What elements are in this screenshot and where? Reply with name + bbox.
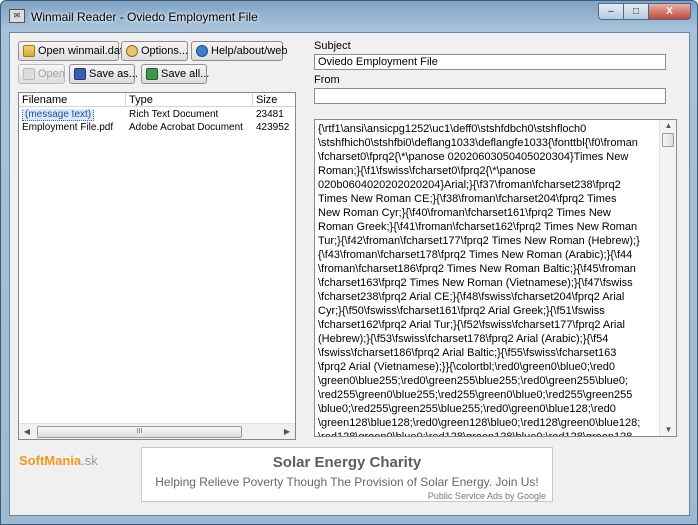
message-body-line: \fcharset238\fprq2 Arial CE;}{\f48\fswis… bbox=[318, 291, 625, 303]
message-body-line: Roman Greek;}{\f41\froman\fcharset162\fp… bbox=[318, 221, 638, 233]
open-label: Open bbox=[38, 68, 65, 80]
column-filename[interactable]: Filename bbox=[19, 93, 126, 106]
message-body-text: {\rtf1\ansi\ansicpg1252\uc1\deff0\stshfd… bbox=[318, 122, 652, 437]
window-controls: – □ X bbox=[598, 3, 691, 20]
softmania-logo: SoftMania.sk bbox=[19, 453, 98, 468]
save-all-label: Save all... bbox=[161, 68, 210, 80]
ad-banner[interactable]: Solar Energy Charity Helping Relieve Pov… bbox=[141, 447, 553, 502]
minimize-button[interactable]: – bbox=[598, 3, 623, 20]
horizontal-scrollbar[interactable]: ◀ III ▶ bbox=[19, 423, 295, 439]
save-all-icon bbox=[146, 68, 158, 80]
message-body-line: \fprq2 Arial (Vietnamese);}}{\colortbl;\… bbox=[318, 361, 615, 373]
options-icon bbox=[126, 45, 138, 57]
message-body-line: New Roman Cyr;}{\f40\froman\fcharset161\… bbox=[318, 207, 611, 219]
title-bar[interactable]: ✉ Winmail Reader - Oviedo Employment Fil… bbox=[1, 1, 697, 31]
ad-text[interactable]: Helping Relieve Poverty Though The Provi… bbox=[142, 475, 552, 489]
save-as-button[interactable]: Save as... bbox=[69, 64, 138, 84]
from-label: From bbox=[314, 74, 340, 86]
message-body-line: Tur;}{\f42\froman\fcharset177\fprq2 Time… bbox=[318, 235, 640, 247]
attachment-list[interactable]: Filename Type Size (message text) Rich T… bbox=[18, 92, 296, 440]
file-type: Rich Text Document bbox=[129, 109, 219, 120]
message-body-line: (Hebrew);}{\f53\fswiss\fcharset178\fprq2… bbox=[318, 333, 609, 345]
message-body-line: Cyr;}{\f50\fswiss\fcharset161\fprq2 Aria… bbox=[318, 305, 605, 317]
message-body-line: \red128\green0\blue0;\red128\green128\bl… bbox=[318, 431, 633, 437]
app-icon: ✉ bbox=[9, 9, 25, 23]
message-body-line: {\rtf1\ansi\ansicpg1252\uc1\deff0\stshfd… bbox=[318, 123, 587, 135]
logo-main: SoftMania bbox=[19, 453, 82, 468]
message-body-line: Roman;}{\f1\fswiss\fcharset0\fprq2{\*\pa… bbox=[318, 165, 536, 177]
list-item[interactable]: (message text) Rich Text Document 23481 bbox=[19, 109, 295, 121]
close-button[interactable]: X bbox=[648, 3, 691, 20]
message-body-line: {\f43\froman\fcharset178\fprq2 Times New… bbox=[318, 249, 633, 261]
message-body-line: \fcharset0\fprq2{\*\panose 0202060305040… bbox=[318, 151, 629, 163]
vertical-scrollbar[interactable]: ▲ ▼ bbox=[659, 120, 676, 436]
file-size: 23481 bbox=[256, 109, 284, 120]
list-item[interactable]: Employment File.pdf Adobe Acrobat Docume… bbox=[19, 122, 295, 134]
ad-footer[interactable]: Public Service Ads by Google bbox=[428, 491, 546, 501]
ad-title[interactable]: Solar Energy Charity bbox=[142, 454, 552, 471]
help-label: Help/about/web bbox=[211, 45, 288, 57]
help-icon bbox=[196, 45, 208, 57]
save-icon bbox=[74, 68, 86, 80]
options-label: Options... bbox=[141, 45, 189, 57]
message-body-line: \red255\green0\blue255;\red255\green0\bl… bbox=[318, 389, 633, 401]
from-field[interactable] bbox=[314, 88, 666, 104]
message-body-line: \blue0;\red255\green255\blue255;\red0\gr… bbox=[318, 403, 616, 415]
save-as-label: Save as... bbox=[89, 68, 138, 80]
open-button[interactable]: Open bbox=[18, 64, 65, 84]
options-button[interactable]: Options... bbox=[121, 41, 188, 61]
maximize-button[interactable]: □ bbox=[623, 3, 648, 20]
message-body-line: \green128\blue128;\red0\green128\blue0;\… bbox=[318, 417, 641, 429]
client-area: Open winmail.dat Options... Help/about/w… bbox=[9, 32, 690, 516]
scroll-up-arrow[interactable]: ▲ bbox=[662, 120, 675, 132]
message-body-line: 020b0604020202020204}Arial;}{\f37\froman… bbox=[318, 179, 621, 191]
message-body-line: \fswiss\fcharset186\fprq2 Arial Baltic;}… bbox=[318, 347, 617, 359]
message-body-line: Times New Roman CE;}{\f38\froman\fcharse… bbox=[318, 193, 617, 205]
subject-label: Subject bbox=[314, 40, 351, 52]
window-title: Winmail Reader - Oviedo Employment File bbox=[31, 10, 258, 24]
save-all-button[interactable]: Save all... bbox=[141, 64, 210, 84]
file-type: Adobe Acrobat Document bbox=[129, 122, 243, 133]
message-body-line: \fcharset162\fprq2 Arial Tur;}{\f52\fswi… bbox=[318, 319, 625, 331]
help-button[interactable]: Help/about/web bbox=[191, 41, 287, 61]
scroll-thumb[interactable] bbox=[662, 133, 674, 147]
scroll-thumb[interactable]: III bbox=[37, 426, 242, 438]
message-body-line: \froman\fcharset186\fprq2 Times New Roma… bbox=[318, 263, 636, 275]
logo-suffix: .sk bbox=[81, 453, 98, 468]
message-body[interactable]: {\rtf1\ansi\ansicpg1252\uc1\deff0\stshfd… bbox=[314, 119, 677, 437]
column-size[interactable]: Size bbox=[253, 93, 295, 106]
open-winmail-label: Open winmail.dat bbox=[38, 45, 123, 57]
message-body-line: \green0\blue255;\red0\green255\blue255;\… bbox=[318, 375, 629, 387]
open-file-icon bbox=[23, 68, 35, 80]
message-body-line: \fcharset163\fprq2 Times New Roman (Viet… bbox=[318, 277, 633, 289]
folder-icon bbox=[23, 45, 35, 57]
scroll-right-arrow[interactable]: ▶ bbox=[280, 426, 294, 438]
column-type[interactable]: Type bbox=[126, 93, 253, 106]
message-body-line: \stshfhich0\stshfbi0\deflang1033\deflang… bbox=[318, 137, 638, 149]
window-frame: ✉ Winmail Reader - Oviedo Employment Fil… bbox=[0, 0, 698, 525]
open-winmail-button[interactable]: Open winmail.dat bbox=[18, 41, 123, 61]
file-size: 423952 bbox=[256, 122, 290, 133]
file-name: Employment File.pdf bbox=[22, 122, 114, 133]
file-name: (message text) bbox=[22, 109, 95, 121]
list-header: Filename Type Size bbox=[19, 93, 295, 107]
subject-field[interactable]: Oviedo Employment File bbox=[314, 54, 666, 70]
scroll-left-arrow[interactable]: ◀ bbox=[20, 426, 34, 438]
scroll-down-arrow[interactable]: ▼ bbox=[662, 424, 675, 436]
